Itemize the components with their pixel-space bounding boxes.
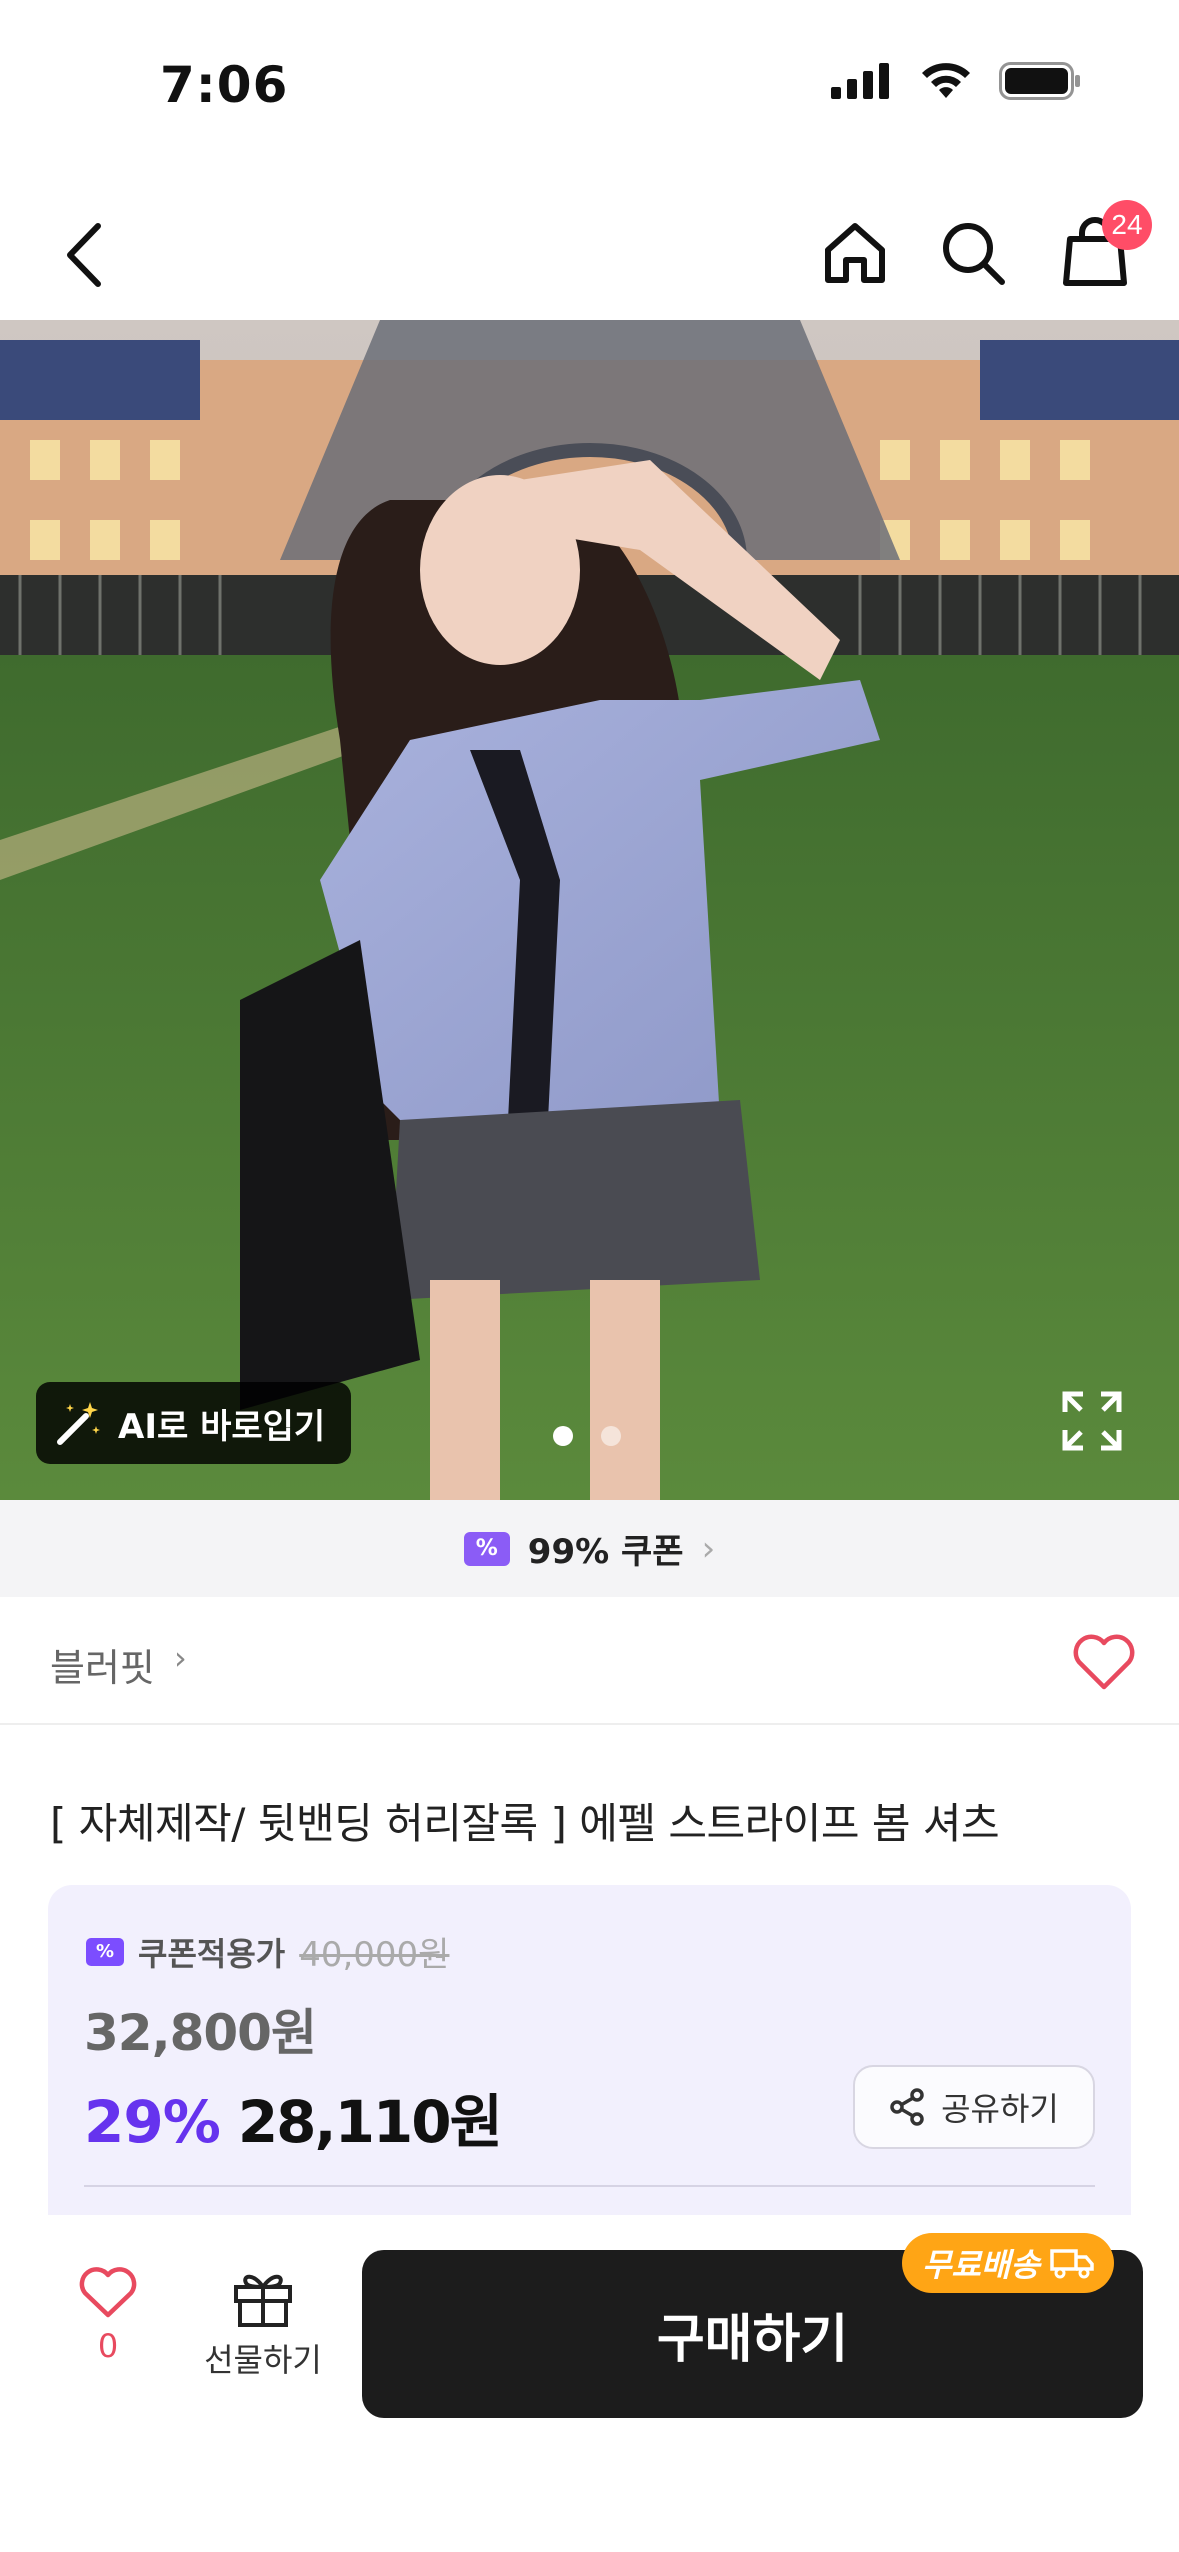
sale-price: 32,800원	[84, 2004, 317, 2062]
top-nav-bar: 24	[0, 190, 1179, 320]
wishlist-button[interactable]	[1069, 1627, 1139, 1697]
coupon-price-row: % 쿠폰적용가 40,000원	[86, 1927, 449, 1976]
ai-try-on-button[interactable]: AI로 바로입기	[36, 1382, 352, 1464]
battery-icon	[999, 62, 1080, 100]
expand-icon	[1062, 1391, 1122, 1451]
brand-row: 블러핏 ›	[0, 1597, 1179, 1725]
home-button[interactable]	[810, 208, 900, 298]
cellular-signal-icon	[831, 63, 889, 99]
fullscreen-button[interactable]	[1057, 1386, 1127, 1456]
wifi-icon	[922, 63, 970, 98]
final-price-row: 29% 28,110원	[84, 2075, 503, 2159]
gift-icon	[234, 2274, 292, 2327]
like-count: 0	[97, 2327, 119, 2365]
free-shipping-label: 무료배송	[922, 2246, 1040, 2284]
cart-count-badge: 24	[1102, 200, 1152, 250]
search-button[interactable]	[928, 208, 1018, 298]
gift-button[interactable]: 선물하기	[198, 2269, 328, 2381]
gift-label: 선물하기	[204, 2341, 322, 2379]
home-icon	[825, 223, 885, 283]
back-button[interactable]	[40, 210, 130, 300]
coupon-price-label: 쿠폰적용가	[138, 1934, 286, 1973]
heart-outline-icon	[79, 2267, 137, 2318]
bottom-action-bar: 0 선물하기 구매하기 무료배송	[0, 2215, 1179, 2552]
chevron-left-icon	[67, 223, 101, 287]
chevron-right-icon: ›	[174, 1639, 187, 1677]
brand-name-link[interactable]: 블러핏	[50, 1637, 155, 1692]
delivery-truck-icon	[1050, 2249, 1094, 2279]
status-icons	[831, 62, 1081, 100]
carousel-indicator	[553, 1426, 621, 1446]
coupon-banner-label: 99% 쿠폰	[527, 1532, 684, 1572]
final-price: 28,110원	[237, 2088, 503, 2156]
cart-button[interactable]: 24	[1050, 200, 1152, 298]
discount-percent: 29%	[84, 2088, 221, 2156]
status-time: 7:06	[160, 56, 289, 114]
heart-outline-icon	[1073, 1634, 1135, 1690]
buy-label: 구매하기	[656, 2309, 849, 2370]
coupon-percent-icon: %	[463, 1531, 510, 1566]
carousel-dot-active[interactable]	[553, 1426, 573, 1446]
carousel-dot[interactable]	[601, 1426, 621, 1446]
share-button[interactable]: 공유하기	[853, 2065, 1095, 2149]
chevron-right-icon: ›	[701, 1528, 716, 1569]
share-icon	[890, 2088, 924, 2126]
price-box: % 쿠폰적용가 40,000원 32,800원 29% 28,110원 공유하기	[48, 1885, 1131, 2215]
share-label: 공유하기	[941, 2090, 1059, 2128]
like-button[interactable]: 0	[70, 2265, 146, 2365]
free-shipping-badge: 무료배송	[902, 2233, 1114, 2293]
original-price: 40,000원	[299, 1935, 450, 1975]
coupon-banner[interactable]: % 99% 쿠폰 ›	[0, 1500, 1179, 1597]
product-image-carousel[interactable]: AI로 바로입기	[0, 320, 1179, 1500]
coupon-percent-icon: %	[86, 1937, 124, 1966]
ai-try-on-label: AI로 바로입기	[118, 1406, 326, 1447]
product-photo	[0, 320, 1179, 1500]
divider	[84, 2185, 1095, 2187]
status-bar: 7:06	[0, 0, 1179, 175]
product-title: [ 자체제작/ 뒷밴딩 허리잘록 ] 에펠 스트라이프 봄 셔츠	[50, 1799, 1000, 1848]
magic-wand-icon	[57, 1402, 100, 1445]
search-icon	[943, 223, 1005, 285]
